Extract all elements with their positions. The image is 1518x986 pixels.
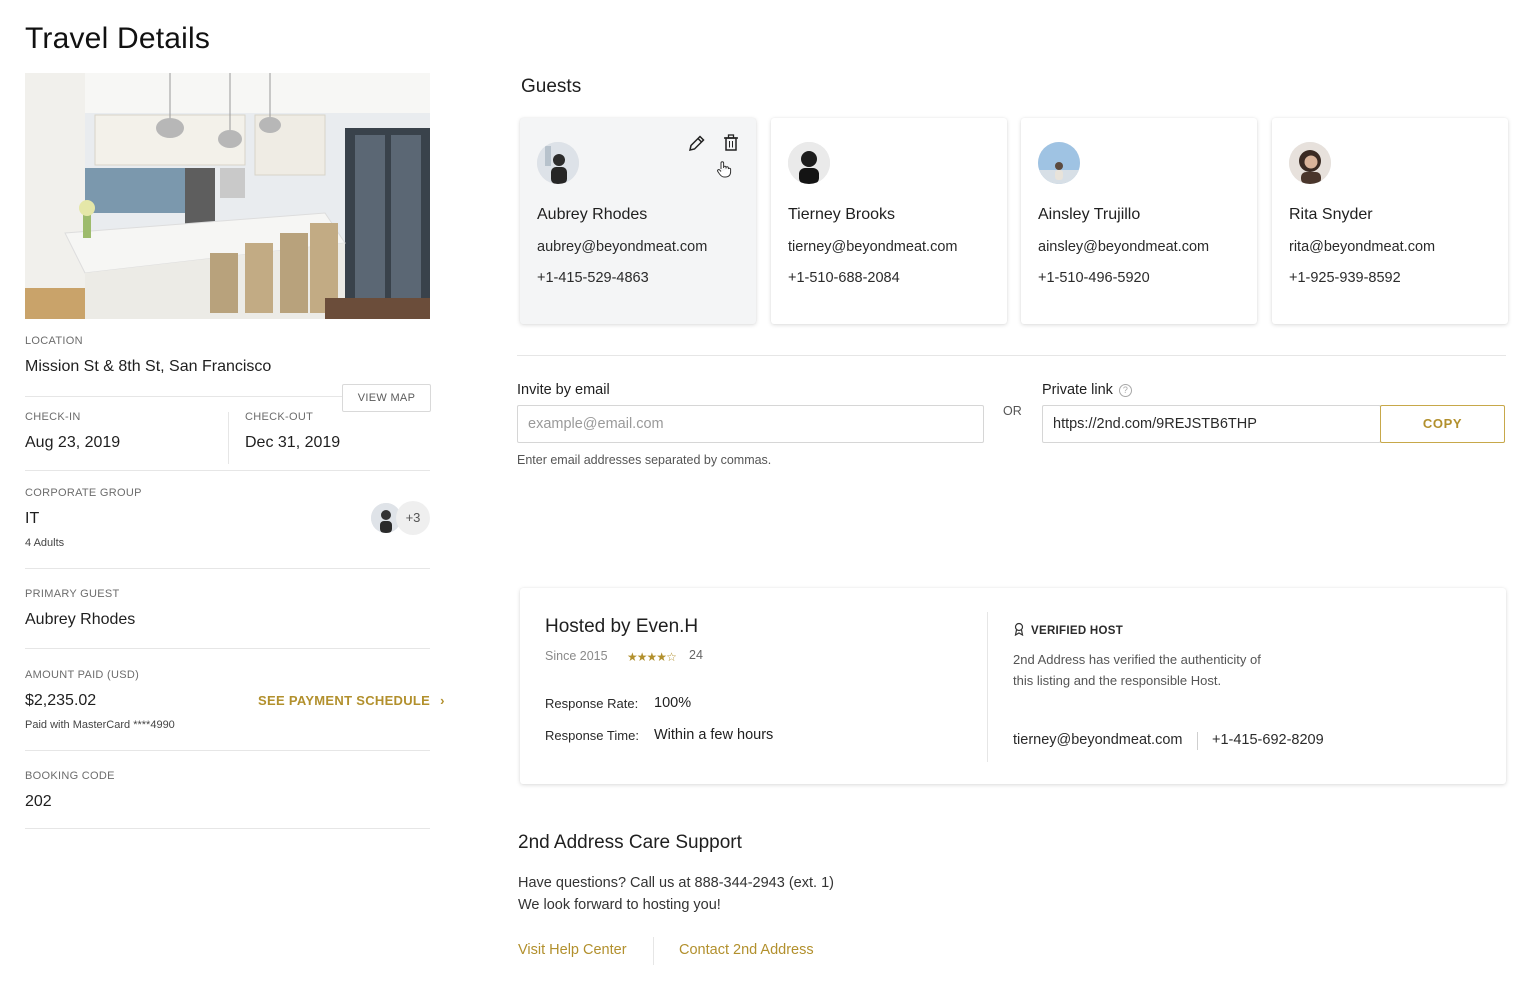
page-title: Travel Details	[25, 22, 211, 55]
checkin-value: Aug 23, 2019	[25, 434, 121, 451]
copy-button[interactable]: COPY	[1380, 405, 1505, 443]
verified-text-line-1: 2nd Address has verified the authenticit…	[1013, 652, 1261, 667]
response-time-value: Within a few hours	[654, 727, 774, 743]
view-map-button[interactable]: VIEW MAP	[342, 384, 431, 412]
avatar	[537, 142, 579, 184]
divider	[25, 470, 430, 471]
divider	[25, 648, 430, 649]
guest-name: Aubrey Rhodes	[537, 206, 648, 223]
guest-card[interactable]: Tierney Brooks tierney@beyondmeat.com +1…	[771, 118, 1007, 324]
host-title: Hosted by Even.H	[545, 616, 699, 637]
guest-card[interactable]: Ainsley Trujillo ainsley@beyondmeat.com …	[1021, 118, 1257, 324]
divider	[25, 750, 430, 751]
guest-phone: +1-415-529-4863	[537, 270, 649, 286]
or-separator: OR	[1003, 404, 1022, 418]
private-link-field[interactable]: https://2nd.com/9REJSTB6THP	[1042, 405, 1381, 443]
invite-email-hint: Enter email addresses separated by comma…	[517, 453, 772, 467]
host-email[interactable]: tierney@beyondmeat.com	[1013, 732, 1182, 748]
guest-card[interactable]: Aubrey Rhodes aubrey@beyondmeat.com +1-4…	[520, 118, 756, 324]
rating-stars: ★★★★☆	[627, 648, 677, 666]
help-center-link[interactable]: Visit Help Center	[518, 942, 627, 958]
guest-email: ainsley@beyondmeat.com	[1038, 239, 1210, 255]
support-title: 2nd Address Care Support	[518, 832, 742, 853]
checkin-label: CHECK-IN	[25, 411, 81, 423]
trash-icon[interactable]	[720, 132, 742, 154]
booking-code-value: 202	[25, 793, 52, 810]
verified-host-label: VERIFIED HOST	[1031, 625, 1124, 637]
support-line-1: Have questions? Call us at 888-344-2943 …	[518, 875, 834, 891]
response-time-label: Response Time:	[545, 728, 639, 743]
primary-guest-label: PRIMARY GUEST	[25, 588, 120, 600]
group-more-badge[interactable]: +3	[396, 501, 430, 535]
guest-name: Tierney Brooks	[788, 206, 895, 223]
divider	[517, 355, 1506, 356]
guest-email: aubrey@beyondmeat.com	[537, 239, 708, 255]
primary-guest-value: Aubrey Rhodes	[25, 611, 136, 628]
guest-phone: +1-510-688-2084	[788, 270, 900, 286]
checkout-value: Dec 31, 2019	[245, 434, 341, 451]
invite-email-label: Invite by email	[517, 382, 610, 398]
group-size: 4 Adults	[25, 537, 65, 549]
vertical-divider	[1197, 732, 1198, 750]
private-link-label: Private link	[1042, 382, 1113, 398]
guest-phone: +1-510-496-5920	[1038, 270, 1150, 286]
listing-photo	[25, 73, 430, 319]
help-icon[interactable]: ?	[1118, 384, 1132, 397]
guests-title: Guests	[521, 76, 582, 97]
guest-email: rita@beyondmeat.com	[1289, 239, 1436, 255]
divider	[25, 568, 430, 569]
star-icon: ★	[646, 650, 658, 664]
edit-icon[interactable]	[686, 132, 708, 154]
badge-icon	[1013, 622, 1025, 641]
amount-label: AMOUNT PAID (USD)	[25, 669, 140, 681]
vertical-divider	[653, 937, 654, 965]
star-outline-icon: ☆	[666, 650, 677, 664]
avatar	[1038, 142, 1080, 184]
booking-code-label: BOOKING CODE	[25, 770, 115, 782]
private-link-label-row: Private link?	[1042, 382, 1132, 398]
verified-text-line-2: this listing and the responsible Host.	[1013, 673, 1222, 688]
star-icon: ★	[636, 650, 648, 664]
guest-card[interactable]: Rita Snyder rita@beyondmeat.com +1-925-9…	[1272, 118, 1508, 324]
location-label: LOCATION	[25, 335, 83, 347]
avatar	[1289, 142, 1331, 184]
contact-link[interactable]: Contact 2nd Address	[679, 942, 814, 958]
guest-name: Rita Snyder	[1289, 206, 1373, 223]
checkout-label: CHECK-OUT	[245, 411, 314, 423]
paid-with: Paid with MasterCard ****4990	[25, 719, 175, 731]
hand-cursor-icon	[716, 160, 738, 182]
response-rate-value: 100%	[654, 695, 692, 711]
review-count: 24	[689, 648, 703, 662]
location-value: Mission St & 8th St, San Francisco	[25, 358, 272, 375]
chevron-right-icon: ›	[440, 693, 445, 708]
guest-phone: +1-925-939-8592	[1289, 270, 1401, 286]
vertical-divider	[228, 412, 229, 464]
invite-email-input[interactable]	[517, 405, 984, 443]
avatar	[788, 142, 830, 184]
support-line-2: We look forward to hosting you!	[518, 897, 721, 913]
divider	[25, 396, 342, 397]
group-label: CORPORATE GROUP	[25, 487, 142, 499]
group-value: IT	[25, 510, 40, 527]
vertical-divider	[987, 612, 988, 762]
guest-email: tierney@beyondmeat.com	[788, 239, 958, 255]
payment-schedule-label: SEE PAYMENT SCHEDULE	[258, 693, 431, 708]
amount-value: $2,235.02	[25, 692, 97, 709]
star-icon: ★	[656, 650, 667, 664]
host-since: Since 2015	[545, 649, 608, 663]
star-icon: ★	[627, 650, 638, 664]
payment-schedule-link[interactable]: SEE PAYMENT SCHEDULE ›	[258, 693, 445, 708]
host-card: Hosted by Even.H Since 2015 ★★★★☆ 24 Res…	[520, 588, 1506, 784]
host-phone[interactable]: +1-415-692-8209	[1212, 732, 1324, 748]
divider	[25, 828, 430, 829]
response-rate-label: Response Rate:	[545, 696, 639, 711]
guest-name: Ainsley Trujillo	[1038, 206, 1141, 223]
verified-row: VERIFIED HOST	[1013, 621, 1123, 641]
